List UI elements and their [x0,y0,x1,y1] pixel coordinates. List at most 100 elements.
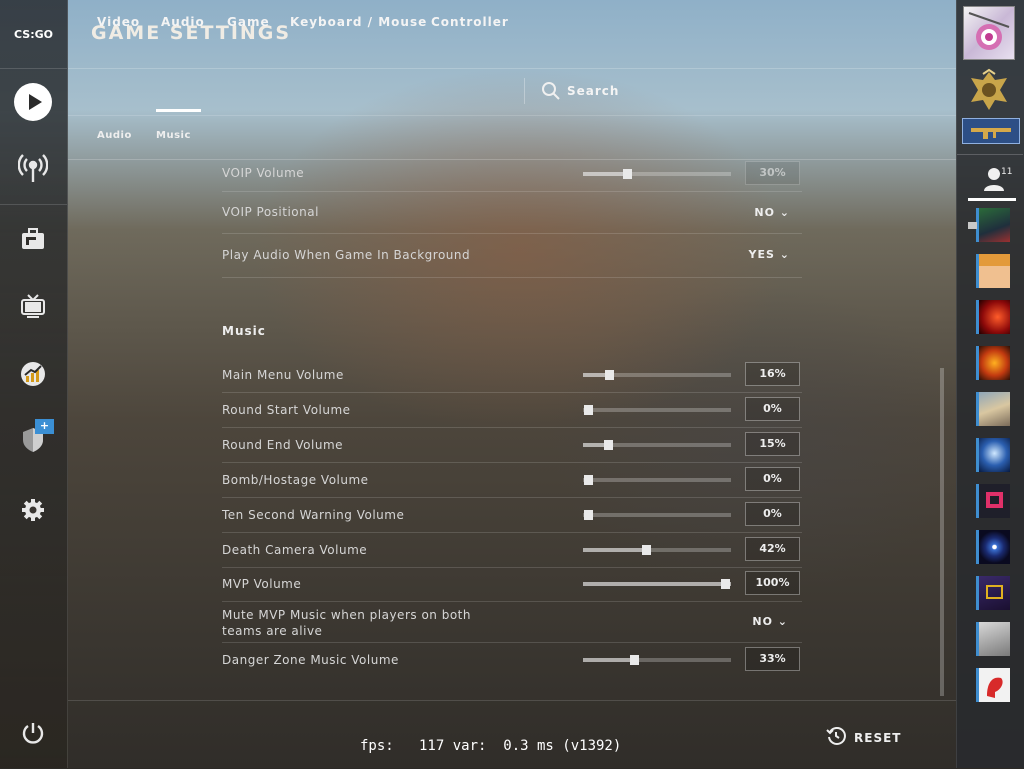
main-menu-volume-row: Main Menu Volume 16% [222,358,802,393]
friend-avatar[interactable] [976,576,1010,610]
slider-handle[interactable] [604,440,613,450]
chevron-down-icon: ⌄ [779,206,790,219]
setting-label: Ten Second Warning Volume [222,508,405,522]
friend-avatar[interactable] [976,622,1010,656]
friend-avatar[interactable] [976,438,1010,472]
slider-handle[interactable] [623,169,632,179]
danger-zone-volume-slider[interactable] [583,655,731,665]
tab-video[interactable]: Video [97,15,140,29]
mvp-volume-value[interactable]: 100% [745,571,800,595]
danger-zone-volume-value[interactable]: 33% [745,647,800,671]
voip-positional-dropdown[interactable]: NO ⌄ [754,206,790,219]
friends-count: 11 [1001,167,1013,177]
bomb-hostage-volume-value[interactable]: 0% [745,467,800,491]
ten-second-warning-value[interactable]: 0% [745,502,800,526]
broadcast-icon[interactable] [14,149,52,187]
search-label: Search [567,84,620,98]
slider-handle[interactable] [584,475,593,485]
slider-handle[interactable] [584,510,593,520]
friends-button[interactable]: 11 [980,166,1020,194]
setting-label: Play Audio When Game In Background [222,248,471,262]
round-start-volume-value[interactable]: 0% [745,397,800,421]
tab-controller[interactable]: Controller [431,15,509,29]
fps-readout: fps: 117 var: 0.3 ms (v1392) [360,738,622,754]
death-camera-volume-value[interactable]: 42% [745,537,800,561]
slider-handle[interactable] [630,655,639,665]
history-icon [826,726,846,749]
setting-label: Bomb/Hostage Volume [222,473,369,487]
reset-label: RESET [854,730,902,745]
friend-avatar[interactable] [976,208,1010,242]
left-nav: CS:GO + [0,0,68,768]
setting-label: MVP Volume [222,577,302,591]
search-icon [541,81,561,105]
power-icon[interactable] [14,714,52,752]
death-camera-volume-row: Death Camera Volume 42% [222,533,802,568]
player-avatar[interactable] [963,6,1015,60]
friends-tab-underline [968,198,1016,201]
stats-icon[interactable] [14,355,52,393]
chevron-down-icon: ⌄ [779,248,790,261]
slider-handle[interactable] [605,370,614,380]
play-audio-bg-dropdown[interactable]: YES ⌄ [749,248,790,261]
gear-icon[interactable] [14,491,52,529]
slider-handle[interactable] [721,579,730,589]
mvp-volume-row: MVP Volume 100% [222,567,802,602]
mvp-volume-slider[interactable] [583,579,731,589]
reset-button[interactable]: RESET [826,726,901,749]
slider-handle[interactable] [584,405,593,415]
bomb-hostage-volume-slider[interactable] [583,475,731,485]
friend-avatar[interactable] [976,392,1010,426]
friend-status-icon [968,222,977,229]
friend-avatar[interactable] [976,300,1010,334]
tab-divider [524,78,525,104]
setting-label: VOIP Volume [222,166,305,180]
bomb-hostage-volume-row: Bomb/Hostage Volume 0% [222,463,802,498]
search-button[interactable]: Search [541,81,621,101]
briefcase-icon[interactable] [14,220,52,258]
main-menu-volume-value[interactable]: 16% [745,362,800,386]
friend-avatar[interactable] [976,254,1010,288]
round-start-volume-slider[interactable] [583,405,731,415]
round-start-volume-row: Round Start Volume 0% [222,393,802,428]
weapon-badge[interactable] [962,118,1020,144]
death-camera-volume-slider[interactable] [583,545,731,555]
setting-label: VOIP Positional [222,205,319,219]
round-end-volume-slider[interactable] [583,440,731,450]
main-menu-volume-slider[interactable] [583,370,731,380]
nav-divider [0,204,67,205]
subtab-audio[interactable]: Audio [97,130,132,141]
slider-handle[interactable] [642,545,651,555]
mute-mvp-row: Mute MVP Music when players on both teams… [222,602,802,643]
danger-zone-volume-row: Danger Zone Music Volume 33% [222,643,802,677]
setting-label: Round Start Volume [222,403,351,417]
rightbar-divider [957,154,1023,155]
friend-avatar[interactable] [976,668,1010,702]
friend-avatar[interactable] [976,484,1010,518]
friend-avatar[interactable] [976,346,1010,380]
voip-volume-slider[interactable] [583,169,731,179]
voip-volume-value[interactable]: 30% [745,161,800,185]
setting-label: Main Menu Volume [222,368,344,382]
subtab-music[interactable]: Music [156,130,191,141]
ten-second-warning-slider[interactable] [583,510,731,520]
logo-text: CS:GO [14,27,53,41]
friend-avatar[interactable] [976,530,1010,564]
rank-emblem-icon[interactable] [966,68,1012,112]
setting-label: Mute MVP Music when players on both teams… [222,608,471,638]
rifle-icon [971,128,1011,139]
round-end-volume-value[interactable]: 15% [745,432,800,456]
round-end-volume-row: Round End Volume 15% [222,428,802,463]
scrollbar[interactable] [940,368,944,696]
chevron-down-icon: ⌄ [777,615,788,628]
play-icon[interactable] [14,83,52,121]
csgo-logo[interactable]: CS:GO [0,0,67,69]
tv-icon[interactable] [14,287,52,325]
tab-bar [68,68,956,116]
tab-keyboard-mouse[interactable]: Keyboard / Mouse [290,15,427,29]
mute-mvp-dropdown[interactable]: NO ⌄ [752,615,788,628]
setting-label: Round End Volume [222,438,344,452]
tab-audio[interactable]: Audio [161,15,205,29]
voip-positional-row: VOIP Positional NO ⌄ [222,192,802,234]
tab-game[interactable]: Game [227,15,270,29]
